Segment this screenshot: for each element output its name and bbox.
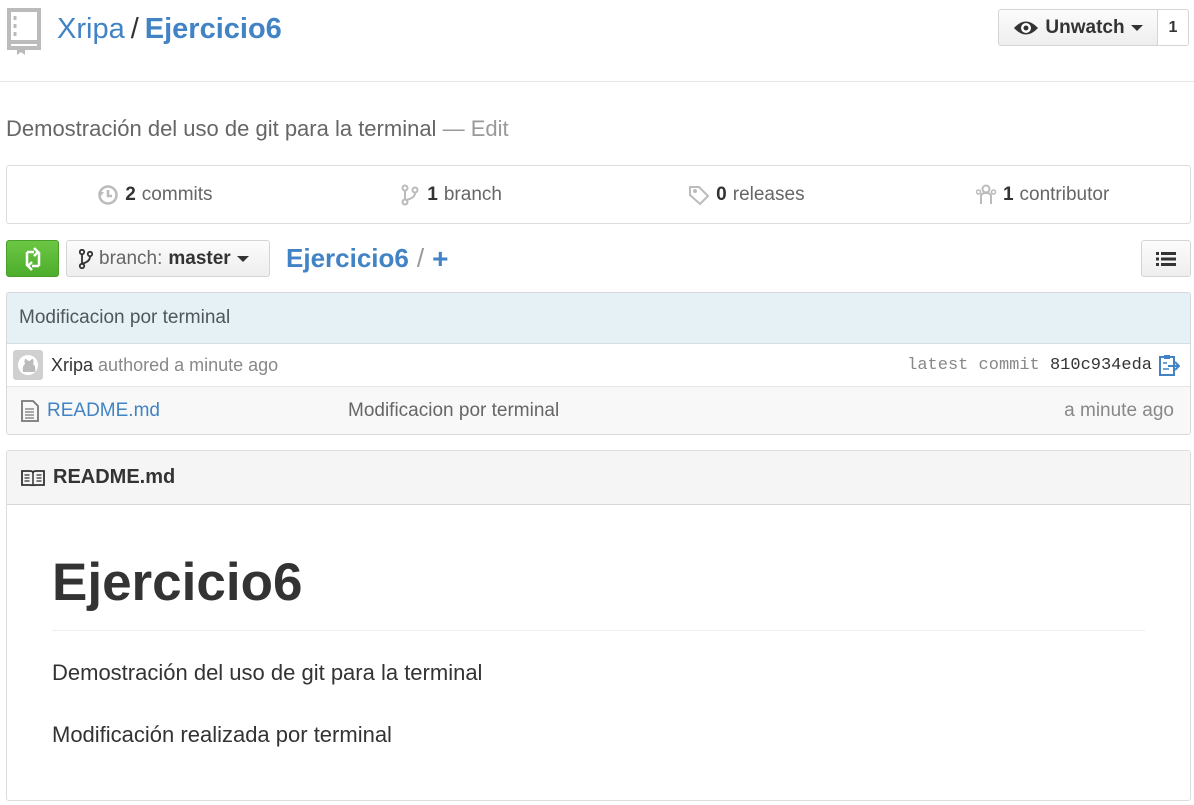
contributor-count: 1 xyxy=(1002,183,1014,205)
chevron-down-icon xyxy=(236,255,249,262)
edit-description-link[interactable]: Edit xyxy=(471,116,509,141)
commits-label: commits xyxy=(141,183,213,205)
breadcrumb-separator: / xyxy=(416,243,425,273)
readme-heading: Ejercicio6 xyxy=(52,552,1145,631)
readme-header: README.md xyxy=(7,451,1190,505)
stat-commits[interactable]: 2 commits xyxy=(7,166,303,223)
branch-name: master xyxy=(168,247,231,269)
branch-label: branch xyxy=(443,183,502,205)
unwatch-label: Unwatch xyxy=(1045,16,1125,38)
commit-message[interactable]: Modificacion por terminal xyxy=(7,293,1190,344)
readme-title: README.md xyxy=(53,466,176,488)
file-list: Modificacion por terminal Xripa authored… xyxy=(6,292,1191,435)
new-file-button[interactable]: + xyxy=(432,243,448,275)
compare-button[interactable] xyxy=(6,240,59,277)
latest-commit: latest commit 810c934eda xyxy=(907,356,1152,375)
stat-releases[interactable]: 0 releases xyxy=(599,166,895,223)
watch-group: Unwatch 1 xyxy=(998,9,1189,46)
commits-count: 2 xyxy=(125,183,136,205)
latest-commit-label: latest commit xyxy=(907,355,1040,375)
git-compare-icon xyxy=(25,246,40,271)
tag-icon xyxy=(689,185,710,205)
repo-header: Xripa / Ejercicio6 Unwatch 1 xyxy=(0,0,1194,82)
list-icon xyxy=(1156,251,1176,266)
repo-title: Xripa / Ejercicio6 xyxy=(57,12,282,46)
releases-label: releases xyxy=(732,183,805,205)
description-text: Demostración del uso de git para la term… xyxy=(6,116,437,141)
list-view-button[interactable] xyxy=(1141,240,1191,277)
repo-owner-link[interactable]: Xripa xyxy=(57,13,125,45)
organization-icon xyxy=(975,184,997,204)
readme-body: Ejercicio6 Demostración del uso de git p… xyxy=(7,552,1190,749)
watchers-count[interactable]: 1 xyxy=(1158,9,1189,46)
branch-prefix: branch: xyxy=(99,247,163,269)
contributor-label: contributor xyxy=(1019,183,1110,205)
authored-time: authored a minute ago xyxy=(98,354,279,375)
commit-sha-link[interactable]: 810c934eda xyxy=(1050,356,1152,375)
clipboard-icon[interactable] xyxy=(1158,354,1180,376)
repo-icon xyxy=(7,8,41,55)
repo-name-link[interactable]: Ejercicio6 xyxy=(145,13,282,45)
commit-meta: Xripa authored a minute ago latest commi… xyxy=(7,344,1190,387)
table-row: README.md Modificacion por terminal a mi… xyxy=(7,387,1190,434)
branch-select[interactable]: branch: master xyxy=(66,240,270,277)
file-text-icon xyxy=(21,400,39,422)
chevron-down-icon xyxy=(1130,24,1143,31)
repo-description: Demostración del uso de git para la term… xyxy=(6,116,509,142)
description-dash: — xyxy=(442,116,465,141)
history-icon xyxy=(98,184,118,205)
author-link[interactable]: Xripa xyxy=(51,355,93,375)
commit-author: Xripa authored a minute ago xyxy=(51,355,278,376)
branch-icon xyxy=(79,248,93,269)
file-age: a minute ago xyxy=(1064,400,1174,421)
breadcrumb: Ejercicio6 / + xyxy=(286,240,448,277)
unwatch-button[interactable]: Unwatch xyxy=(998,9,1158,46)
repo-stats: 2 commits 1 branch 0 releases 1 contribu… xyxy=(6,165,1191,224)
book-icon xyxy=(21,469,45,486)
file-name-link[interactable]: README.md xyxy=(47,400,160,422)
releases-count: 0 xyxy=(716,183,727,205)
repo-title-separator: / xyxy=(130,13,139,45)
stat-branches[interactable]: 1 branch xyxy=(303,166,599,223)
stat-contributors[interactable]: 1 contributor xyxy=(894,166,1190,223)
github-octocat-icon xyxy=(18,355,38,375)
branch-count: 1 xyxy=(427,183,438,205)
eye-icon xyxy=(1014,21,1039,34)
branch-icon xyxy=(401,184,419,205)
readme-paragraph: Modificación realizada por terminal xyxy=(52,722,392,747)
breadcrumb-repo-link[interactable]: Ejercicio6 xyxy=(286,243,409,274)
readme-panel: README.md Ejercicio6 Demostración del us… xyxy=(6,450,1191,801)
readme-paragraph: Demostración del uso de git para la term… xyxy=(52,660,483,685)
avatar[interactable] xyxy=(13,350,43,380)
file-commit-message-link[interactable]: Modificacion por terminal xyxy=(348,400,559,422)
